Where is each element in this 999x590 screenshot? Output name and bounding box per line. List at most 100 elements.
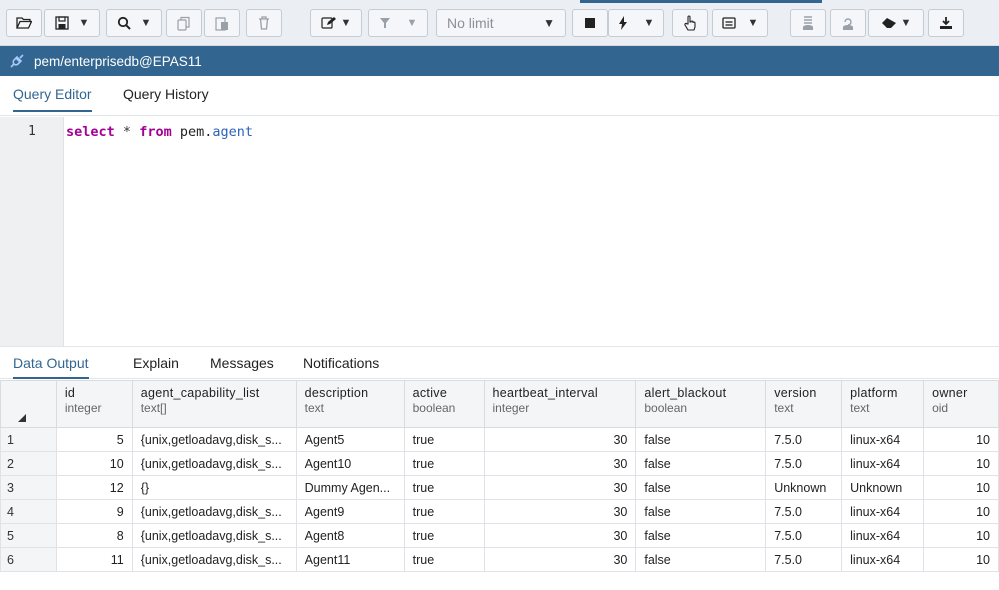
cell-heartbeat-interval[interactable]: 30 [483, 451, 637, 476]
cell-platform[interactable]: Unknown [841, 475, 925, 500]
table-row[interactable]: 3 12 {} Dummy Agen... true 30 false Unkn… [0, 475, 999, 500]
row-limit-select[interactable]: No limit ▼ [436, 9, 566, 37]
copy-button[interactable] [166, 9, 202, 37]
column-header-owner[interactable]: owner oid [923, 380, 999, 428]
cell-active[interactable]: true [403, 547, 485, 572]
cell-active[interactable]: true [403, 499, 485, 524]
tab-query-editor[interactable]: Query Editor [13, 86, 92, 112]
cell-alert-blackout[interactable]: false [635, 523, 767, 548]
row-number[interactable]: 1 [0, 427, 57, 452]
cell-description[interactable]: Agent8 [295, 523, 405, 548]
cell-agent-capability-list[interactable]: {unix,getloadavg,disk_s... [131, 451, 297, 476]
paste-button[interactable] [204, 9, 240, 37]
cell-active[interactable]: true [403, 475, 485, 500]
cell-heartbeat-interval[interactable]: 30 [483, 547, 637, 572]
cell-platform[interactable]: linux-x64 [841, 523, 925, 548]
cell-version[interactable]: 7.5.0 [765, 499, 843, 524]
cell-owner[interactable]: 10 [923, 475, 999, 500]
row-number[interactable]: 2 [0, 451, 57, 476]
cell-agent-capability-list[interactable]: {unix,getloadavg,disk_s... [131, 499, 297, 524]
cell-id[interactable]: 10 [55, 451, 133, 476]
tab-messages[interactable]: Messages [210, 355, 274, 371]
cell-version[interactable]: Unknown [765, 475, 843, 500]
cell-id[interactable]: 11 [55, 547, 133, 572]
column-header-agent-capability-list[interactable]: agent_capability_list text[] [131, 380, 297, 428]
column-header-heartbeat-interval[interactable]: heartbeat_interval integer [483, 380, 637, 428]
cell-platform[interactable]: linux-x64 [841, 451, 925, 476]
cell-heartbeat-interval[interactable]: 30 [483, 499, 637, 524]
cell-heartbeat-interval[interactable]: 30 [483, 475, 637, 500]
cell-owner[interactable]: 10 [923, 547, 999, 572]
cell-alert-blackout[interactable]: false [635, 499, 767, 524]
cell-description[interactable]: Agent10 [295, 451, 405, 476]
sql-code-line[interactable]: select * from pem.agent [66, 124, 253, 140]
column-header-active[interactable]: active boolean [403, 380, 485, 428]
cell-heartbeat-interval[interactable]: 30 [483, 523, 637, 548]
cell-description[interactable]: Dummy Agen... [295, 475, 405, 500]
cell-heartbeat-interval[interactable]: 30 [483, 427, 637, 452]
tab-query-history[interactable]: Query History [123, 86, 209, 102]
cell-platform[interactable]: linux-x64 [841, 547, 925, 572]
cell-description[interactable]: Agent11 [295, 547, 405, 572]
cell-version[interactable]: 7.5.0 [765, 523, 843, 548]
tab-data-output[interactable]: Data Output [13, 355, 89, 379]
cell-owner[interactable]: 10 [923, 499, 999, 524]
table-row[interactable]: 4 9 {unix,getloadavg,disk_s... Agent9 tr… [0, 499, 999, 524]
row-number[interactable]: 3 [0, 475, 57, 500]
cell-version[interactable]: 7.5.0 [765, 547, 843, 572]
column-header-platform[interactable]: platform text [841, 380, 925, 428]
stop-button[interactable] [572, 9, 608, 37]
explain-button[interactable] [672, 9, 708, 37]
cell-id[interactable]: 9 [55, 499, 133, 524]
tab-notifications[interactable]: Notifications [303, 355, 379, 371]
row-number[interactable]: 5 [0, 523, 57, 548]
column-header-alert-blackout[interactable]: alert_blackout boolean [635, 380, 767, 428]
macros-button[interactable]: ▼ [712, 9, 768, 37]
tab-explain[interactable]: Explain [133, 355, 179, 371]
filter-button[interactable]: ▼ [368, 9, 428, 37]
cell-alert-blackout[interactable]: false [635, 547, 767, 572]
table-row[interactable]: 6 11 {unix,getloadavg,disk_s... Agent11 … [0, 547, 999, 572]
cell-id[interactable]: 8 [55, 523, 133, 548]
cell-version[interactable]: 7.5.0 [765, 427, 843, 452]
connection-status-icon[interactable] [0, 53, 34, 69]
sql-editor[interactable]: 1 select * from pem.agent [0, 117, 999, 346]
cell-agent-capability-list[interactable]: {unix,getloadavg,disk_s... [131, 547, 297, 572]
cell-platform[interactable]: linux-x64 [841, 499, 925, 524]
clear-button[interactable]: ▼ [868, 9, 924, 37]
cell-version[interactable]: 7.5.0 [765, 451, 843, 476]
delete-button[interactable] [246, 9, 282, 37]
cell-active[interactable]: true [403, 523, 485, 548]
table-row[interactable]: 1 5 {unix,getloadavg,disk_s... Agent5 tr… [0, 427, 999, 452]
cell-agent-capability-list[interactable]: {unix,getloadavg,disk_s... [131, 523, 297, 548]
find-button[interactable]: ▼ [106, 9, 162, 37]
cell-alert-blackout[interactable]: false [635, 475, 767, 500]
cell-alert-blackout[interactable]: false [635, 427, 767, 452]
column-header-version[interactable]: version text [765, 380, 843, 428]
open-file-button[interactable] [6, 9, 42, 37]
edit-button[interactable]: ▼ [310, 9, 362, 37]
save-button[interactable]: ▼ [44, 9, 100, 37]
row-number[interactable]: 6 [0, 547, 57, 572]
cell-owner[interactable]: 10 [923, 427, 999, 452]
cell-platform[interactable]: linux-x64 [841, 427, 925, 452]
commit-button[interactable] [790, 9, 826, 37]
cell-agent-capability-list[interactable]: {unix,getloadavg,disk_s... [131, 427, 297, 452]
column-header-description[interactable]: description text [295, 380, 405, 428]
table-row[interactable]: 5 8 {unix,getloadavg,disk_s... Agent8 tr… [0, 523, 999, 548]
cell-active[interactable]: true [403, 451, 485, 476]
table-row[interactable]: 2 10 {unix,getloadavg,disk_s... Agent10 … [0, 451, 999, 476]
cell-active[interactable]: true [403, 427, 485, 452]
column-header-id[interactable]: id integer [55, 380, 133, 428]
select-all-corner[interactable] [0, 380, 57, 428]
rollback-button[interactable] [830, 9, 866, 37]
cell-agent-capability-list[interactable]: {} [131, 475, 297, 500]
cell-alert-blackout[interactable]: false [635, 451, 767, 476]
cell-id[interactable]: 12 [55, 475, 133, 500]
cell-description[interactable]: Agent5 [295, 427, 405, 452]
cell-owner[interactable]: 10 [923, 523, 999, 548]
cell-description[interactable]: Agent9 [295, 499, 405, 524]
download-button[interactable] [928, 9, 964, 37]
cell-id[interactable]: 5 [55, 427, 133, 452]
execute-button[interactable]: ▼ [608, 9, 664, 37]
